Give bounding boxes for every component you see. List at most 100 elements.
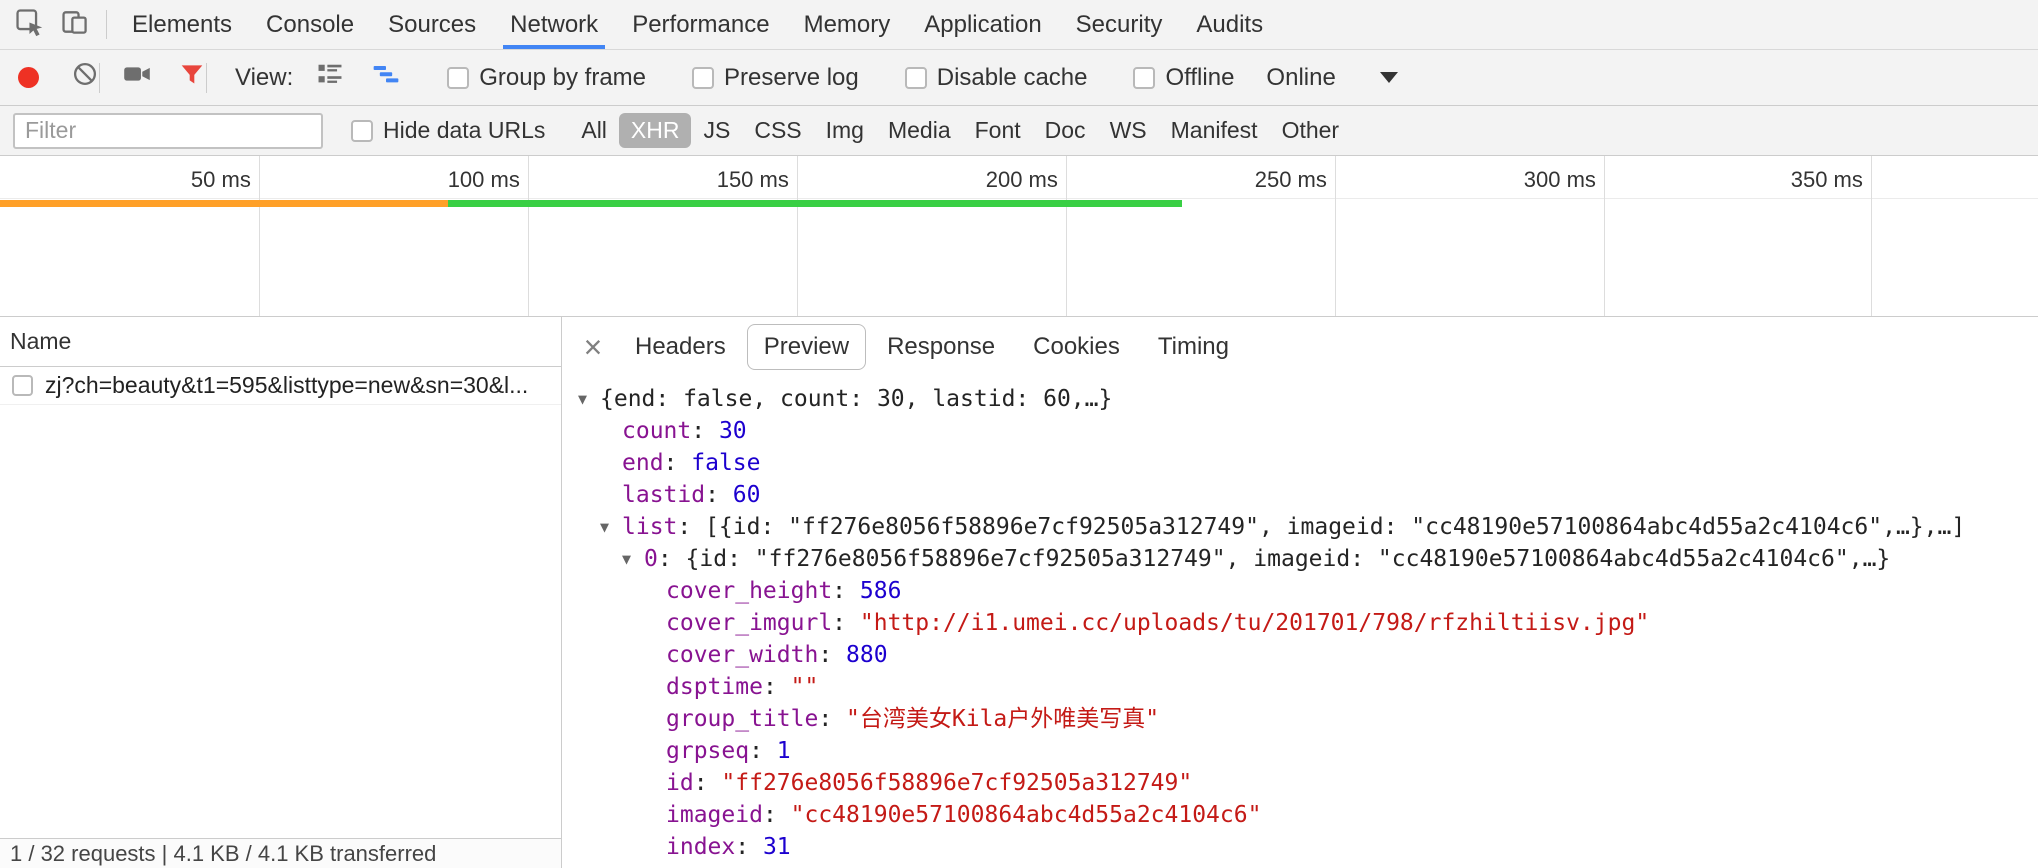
- toolbar-separator: [99, 63, 100, 93]
- overview-divider: [0, 198, 2038, 199]
- throttling-select[interactable]: Online: [1266, 64, 1397, 92]
- request-checkbox[interactable]: [12, 375, 33, 396]
- detail-panel: × HeadersPreviewResponseCookiesTiming ▼{…: [562, 317, 2038, 868]
- filter-type-font[interactable]: Font: [963, 113, 1033, 148]
- filter-type-doc[interactable]: Doc: [1033, 113, 1098, 148]
- filter-input[interactable]: [13, 113, 323, 149]
- detail-tab-response[interactable]: Response: [870, 324, 1012, 370]
- tree-row[interactable]: ▼0: {id: "ff276e8056f58896e7cf92505a3127…: [562, 543, 2038, 575]
- token-num: 30: [719, 418, 747, 444]
- requests-panel: Name zj?ch=beauty&t1=595&listtype=new&sn…: [0, 317, 562, 868]
- expander-icon[interactable]: ▼: [622, 543, 644, 575]
- checkbox-preserve-log[interactable]: Preserve log: [692, 64, 859, 92]
- timeline-gridline: [1066, 156, 1067, 316]
- camera-icon: [122, 59, 152, 96]
- timeline-tick-label: 350 ms: [1791, 167, 1863, 193]
- token-key: count: [622, 418, 691, 444]
- tab-network[interactable]: Network: [493, 0, 615, 49]
- tree-row[interactable]: ▼list: [{id: "ff276e8056f58896e7cf92505a…: [562, 511, 2038, 543]
- tree-row[interactable]: cover_width: 880: [562, 639, 2038, 671]
- request-row[interactable]: zj?ch=beauty&t1=595&listtype=new&sn=30&l…: [0, 367, 561, 405]
- detail-tab-cookies[interactable]: Cookies: [1016, 324, 1137, 370]
- tree-row[interactable]: grpseq: 1: [562, 735, 2038, 767]
- expander-icon[interactable]: ▼: [578, 383, 600, 415]
- tree-row[interactable]: cover_imgurl: "http://i1.umei.cc/uploads…: [562, 607, 2038, 639]
- filter-type-other[interactable]: Other: [1270, 113, 1352, 148]
- token-num: 60: [733, 482, 761, 508]
- token-plain: :: [664, 450, 692, 476]
- checkbox-label: Offline: [1165, 64, 1234, 92]
- token-num: false: [691, 450, 760, 476]
- token-str: "ff276e8056f58896e7cf92505a312749": [721, 770, 1192, 796]
- show-overview-button[interactable]: [371, 59, 401, 96]
- large-rows-icon: [315, 59, 345, 96]
- tab-sources[interactable]: Sources: [371, 0, 493, 49]
- token-key: group_title: [666, 706, 818, 732]
- filter-type-all[interactable]: All: [569, 113, 619, 148]
- timeline-gridline: [797, 156, 798, 316]
- checkbox-disable-cache[interactable]: Disable cache: [905, 64, 1088, 92]
- inspect-element-button[interactable]: [6, 0, 52, 49]
- token-plain: {end: false, count: 30, lastid: 60,…}: [600, 386, 1112, 412]
- checkbox-offline[interactable]: Offline: [1133, 64, 1234, 92]
- filter-type-js[interactable]: JS: [691, 113, 742, 148]
- large-request-rows-button[interactable]: [315, 59, 345, 96]
- token-key: dsptime: [666, 674, 763, 700]
- filter-type-img[interactable]: Img: [814, 113, 876, 148]
- filter-type-media[interactable]: Media: [876, 113, 963, 148]
- tab-elements[interactable]: Elements: [115, 0, 249, 49]
- token-plain: : [{id: "ff276e8056f58896e7cf92505a31274…: [677, 514, 1965, 540]
- name-column-header[interactable]: Name: [0, 317, 561, 367]
- tab-security[interactable]: Security: [1059, 0, 1180, 49]
- clear-button[interactable]: [71, 60, 99, 95]
- filter-type-css[interactable]: CSS: [742, 113, 813, 148]
- tree-row[interactable]: index: 31: [562, 831, 2038, 863]
- tree-row[interactable]: id: "ff276e8056f58896e7cf92505a312749": [562, 767, 2038, 799]
- detail-tab-preview[interactable]: Preview: [747, 324, 866, 370]
- tab-application[interactable]: Application: [907, 0, 1058, 49]
- close-detail-button[interactable]: ×: [570, 331, 616, 363]
- tab-memory[interactable]: Memory: [787, 0, 908, 49]
- main-panel: Name zj?ch=beauty&t1=595&listtype=new&sn…: [0, 317, 2038, 868]
- expander-icon[interactable]: ▼: [600, 511, 622, 543]
- filter-type-xhr[interactable]: XHR: [619, 113, 692, 148]
- tree-row[interactable]: ▼{end: false, count: 30, lastid: 60,…}: [562, 383, 2038, 415]
- device-toolbar-button[interactable]: [52, 0, 98, 49]
- tab-audits[interactable]: Audits: [1179, 0, 1280, 49]
- token-plain: :: [763, 802, 791, 828]
- tree-row[interactable]: cover_height: 586: [562, 575, 2038, 607]
- filter-button[interactable]: [178, 60, 206, 95]
- tab-console[interactable]: Console: [249, 0, 371, 49]
- token-plain: :: [694, 770, 722, 796]
- checkbox-group-by-frame[interactable]: Group by frame: [447, 64, 646, 92]
- checkbox-hide-data-urls[interactable]: Hide data URLs: [351, 117, 545, 144]
- record-button[interactable]: [18, 67, 39, 88]
- token-plain: :: [818, 706, 846, 732]
- token-num: 586: [860, 578, 902, 604]
- timeline-overview[interactable]: 50 ms100 ms150 ms200 ms250 ms300 ms350 m…: [0, 156, 2038, 317]
- token-key: grpseq: [666, 738, 749, 764]
- timeline-gridline: [528, 156, 529, 316]
- tree-row[interactable]: end: false: [562, 447, 2038, 479]
- filter-type-manifest[interactable]: Manifest: [1159, 113, 1270, 148]
- filter-type-ws[interactable]: WS: [1098, 113, 1159, 148]
- tab-performance[interactable]: Performance: [615, 0, 786, 49]
- tree-row[interactable]: dsptime: "": [562, 671, 2038, 703]
- inspect-icon: [14, 7, 44, 42]
- tree-row[interactable]: group_title: "台湾美女Kila户外唯美写真": [562, 703, 2038, 735]
- capture-screenshots-button[interactable]: [122, 59, 152, 96]
- token-plain: :: [691, 418, 719, 444]
- detail-tab-headers[interactable]: Headers: [618, 324, 743, 370]
- timeline-tick-label: 150 ms: [717, 167, 789, 193]
- token-plain: : {id: "ff276e8056f58896e7cf92505a312749…: [658, 546, 1890, 572]
- detail-tab-timing[interactable]: Timing: [1141, 324, 1246, 370]
- tree-row[interactable]: lastid: 60: [562, 479, 2038, 511]
- tree-row[interactable]: count: 30: [562, 415, 2038, 447]
- toolbar-separator: [206, 63, 207, 93]
- token-num: 1: [777, 738, 791, 764]
- token-plain: :: [735, 834, 763, 860]
- token-key: id: [666, 770, 694, 796]
- tree-row[interactable]: imageid: "cc48190e57100864abc4d55a2c4104…: [562, 799, 2038, 831]
- token-plain: :: [832, 578, 860, 604]
- token-plain: :: [832, 610, 860, 636]
